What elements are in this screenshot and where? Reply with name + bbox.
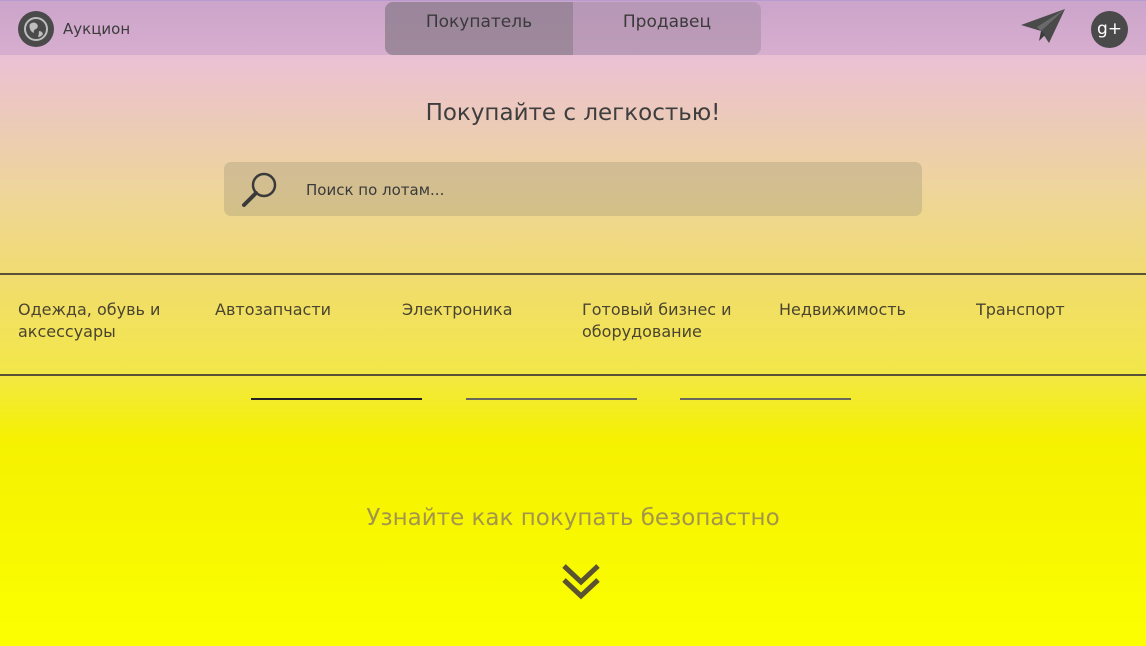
search-input[interactable]: [304, 176, 888, 204]
category-auto-parts[interactable]: Автозапчасти: [215, 299, 375, 321]
top-navigation-bar: Аукцион Покупатель Продавец g+: [0, 0, 1146, 55]
slide-indicator-2[interactable]: [466, 398, 637, 400]
learn-safe-buying-link[interactable]: Узнайте как покупать безопастно: [0, 505, 1146, 531]
page-title: Покупайте с легкостью!: [425, 100, 721, 126]
logo-text[interactable]: Аукцион: [63, 20, 130, 38]
slide-indicator-1[interactable]: [251, 398, 422, 400]
search-icon: [242, 172, 277, 207]
tab-seller[interactable]: Продавец: [573, 2, 761, 55]
google-plus-icon[interactable]: g+: [1091, 11, 1128, 48]
chevron-down-icon[interactable]: [560, 562, 602, 604]
globe-icon[interactable]: [18, 11, 54, 47]
send-icon[interactable]: [1019, 7, 1067, 45]
slide-indicator-3[interactable]: [680, 398, 851, 400]
tab-buyer[interactable]: Покупатель: [385, 2, 573, 55]
category-clothing[interactable]: Одежда, обувь и аксессуары: [18, 299, 178, 343]
category-electronics[interactable]: Электроника: [402, 299, 562, 321]
category-bar: Одежда, обувь и аксессуары Автозапчасти …: [0, 273, 1146, 376]
category-transport[interactable]: Транспорт: [976, 299, 1116, 321]
category-real-estate[interactable]: Недвижимость: [779, 299, 949, 321]
role-tabs: Покупатель Продавец: [385, 2, 761, 55]
category-business[interactable]: Готовый бизнес и оборудование: [582, 299, 742, 343]
search-bar[interactable]: [224, 162, 922, 216]
